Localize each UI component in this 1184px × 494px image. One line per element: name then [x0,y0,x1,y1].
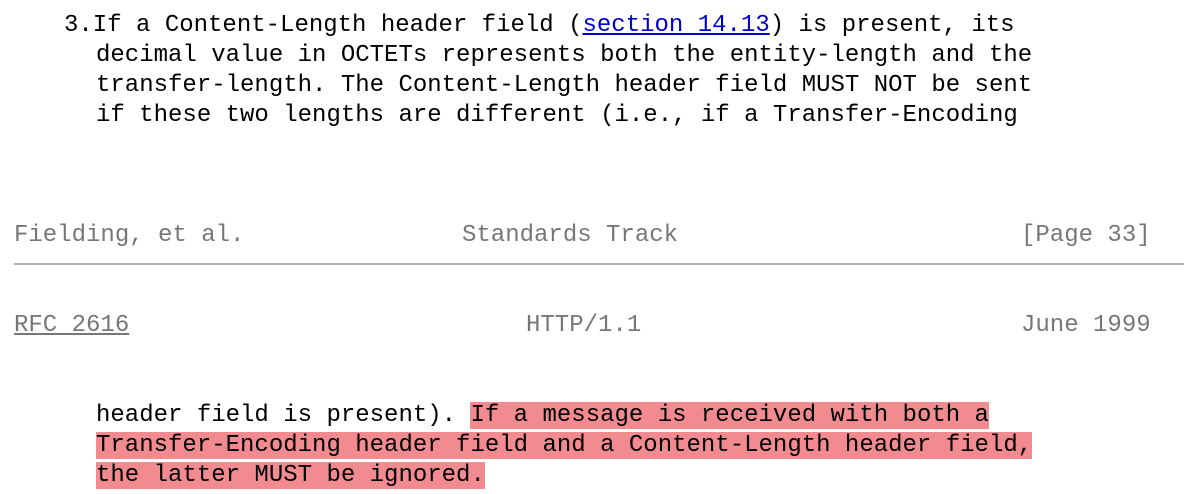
highlighted-text: Transfer-Encoding header field and a Con… [96,432,1033,459]
paragraph-line-4: if these two lengths are different (i.e.… [96,102,1018,129]
paragraph-line-5: header field is present). If a message i… [96,401,989,431]
footer-page-number: [Page 33] [1021,222,1151,249]
paragraph-text: ) is present, its [769,12,1015,39]
paragraph-text: header field is present). [96,402,471,429]
rfc-2616-link[interactable]: RFC 2616 [14,311,129,341]
paragraph-line-3: transfer-length. The Content-Length head… [96,72,1033,99]
footer-author: Fielding, et al. [14,222,245,249]
page-break-divider [14,263,1184,265]
paragraph-line-2: decimal value in OCTETs represents both … [96,42,1033,69]
footer-category: Standards Track [462,222,679,249]
header-date: June 1999 [1021,312,1151,339]
highlighted-text: If a message is received with both a [470,402,989,429]
highlighted-text: the latter MUST be ignored. [96,462,485,489]
header-protocol: HTTP/1.1 [526,312,642,339]
paragraph-line-7: the latter MUST be ignored. [96,461,485,491]
paragraph-line-1: 3.If a Content-Length header field (sect… [64,11,1015,41]
section-14-13-link[interactable]: section 14.13 [582,12,769,39]
paragraph-line-6: Transfer-Encoding header field and a Con… [96,431,1033,461]
paragraph-text: 3.If a Content-Length header field ( [64,12,583,39]
